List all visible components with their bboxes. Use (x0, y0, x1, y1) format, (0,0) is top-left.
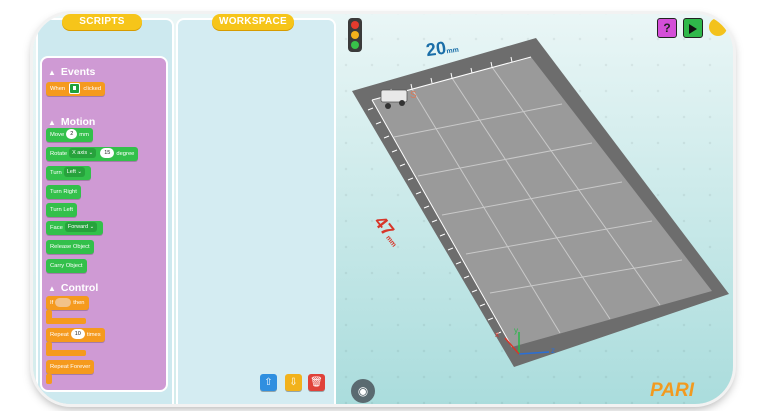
red-light-icon (351, 21, 359, 29)
axis-label-x: x (495, 330, 499, 339)
block-if-then[interactable]: If then (46, 296, 89, 310)
trash-icon[interactable]: 🗑 (308, 374, 325, 391)
repeat-block-foot (46, 350, 86, 356)
move-value-input[interactable]: 2 (66, 129, 78, 140)
if-block-foot (46, 318, 86, 324)
workspace-panel[interactable] (176, 18, 336, 404)
app-window: S 20mm 47mm y x z SCRIPTS ▲ Events When c… (33, 14, 733, 404)
block-turn-right[interactable]: Turn Right (46, 185, 81, 199)
svg-text:S: S (410, 90, 417, 101)
block-repeat[interactable]: Repeat 10 times (46, 328, 105, 342)
brand-logo: PARI (650, 380, 694, 401)
block-release-object[interactable]: Release Object (46, 240, 94, 254)
green-light-icon (351, 41, 359, 49)
tab-scripts[interactable]: SCRIPTS (62, 14, 142, 30)
block-when-clicked[interactable]: When clicked (46, 82, 106, 96)
block-rotate[interactable]: Rotate X axis ⌄ 15 degree (46, 147, 139, 161)
scene-3d[interactable]: S (333, 14, 733, 404)
category-control[interactable]: ▲ Control (48, 282, 98, 294)
block-turn-left[interactable]: Turn Left (46, 203, 77, 217)
width-dimension-label: 20mm (424, 37, 460, 61)
axis-label-z: z (551, 346, 555, 355)
block-palette: ▲ Events When clicked ▲ Motion Move 2 mm Rot… (40, 56, 168, 392)
block-move[interactable]: Move 2 mm (46, 128, 93, 142)
help-button[interactable]: ? (657, 18, 677, 38)
rotate-value-input[interactable]: 15 (100, 148, 115, 159)
camera-button[interactable]: ◉ (351, 379, 375, 403)
settings-icon[interactable] (709, 18, 727, 36)
category-motion[interactable]: ▲ Motion (48, 116, 95, 128)
block-turn[interactable]: Turn Left ⌄ (46, 166, 92, 180)
tab-workspace[interactable]: WORKSPACE (212, 14, 294, 30)
rotate-axis-dropdown[interactable]: X axis ⌄ (69, 148, 97, 159)
block-repeat-forever[interactable]: Repeat Forever (46, 360, 95, 374)
collapse-icon: ▲ (48, 284, 56, 293)
yellow-light-icon (351, 31, 359, 39)
collapse-icon: ▲ (48, 68, 56, 77)
upload-icon[interactable]: ⇧ (260, 374, 277, 391)
block-face[interactable]: Face Forward ⌄ (46, 221, 104, 235)
traffic-light-icon (348, 18, 362, 52)
play-button[interactable] (683, 18, 703, 38)
block-carry-object[interactable]: Carry Object (46, 259, 87, 273)
category-events[interactable]: ▲ Events (48, 66, 95, 78)
download-icon[interactable]: ⇩ (285, 374, 302, 391)
repeat-count-input[interactable]: 10 (70, 329, 85, 340)
face-dropdown[interactable]: Forward ⌄ (64, 222, 98, 233)
green-flag-icon (68, 82, 80, 94)
turn-dropdown[interactable]: Left ⌄ (63, 167, 86, 178)
condition-slot[interactable] (55, 297, 72, 307)
play-icon (689, 23, 697, 34)
axis-label-y: y (514, 326, 518, 335)
repeat-forever-body (46, 374, 52, 384)
camera-icon: ◉ (357, 384, 369, 398)
collapse-icon: ▲ (48, 118, 56, 127)
